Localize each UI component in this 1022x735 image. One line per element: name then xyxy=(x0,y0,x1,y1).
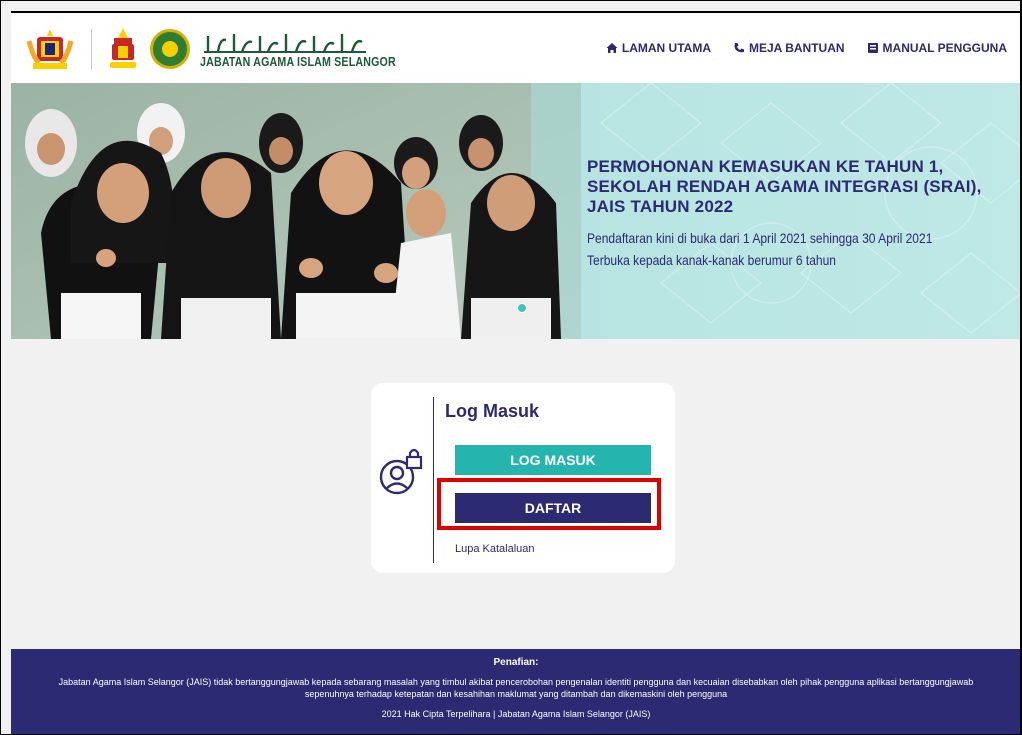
banner-title-line: PERMOHONAN KEMASUKAN KE TAHUN 1, xyxy=(587,157,944,176)
phone-icon xyxy=(734,43,744,53)
footer-copyright: 2021 Hak Cipta Terpelihara | Jabatan Aga… xyxy=(381,709,651,719)
hero-banner: PERMOHONAN KEMASUKAN KE TAHUN 1, SEKOLAH… xyxy=(11,83,1020,339)
org-logotype: JABATAN AGAMA ISLAM SELANGOR xyxy=(200,30,439,69)
arabic-calligraphy-logo xyxy=(204,33,366,53)
banner-subtitle-line: Terbuka kepada kanak-kanak berumur 6 tah… xyxy=(587,252,836,268)
card-divider xyxy=(433,397,434,563)
book-icon xyxy=(867,43,878,53)
banner-title: PERMOHONAN KEMASUKAN KE TAHUN 1, SEKOLAH… xyxy=(587,157,982,217)
user-lock-icon xyxy=(379,448,423,495)
nav-label: MEJA BANTUAN xyxy=(748,41,845,55)
footer-disclaimer: Jabatan Agama Islam Selangor (JAIS) tida… xyxy=(58,677,974,699)
page-frame: JABATAN AGAMA ISLAM SELANGOR LAMAN UTAMA… xyxy=(0,0,1022,735)
nav-manual-pengguna[interactable]: MANUAL PENGGUNA xyxy=(867,41,1007,55)
highlight-box xyxy=(437,478,661,530)
nav-label: MANUAL PENGGUNA xyxy=(882,41,1007,55)
top-nav: LAMAN UTAMA MEJA BANTUAN MANUAL PENGGUNA xyxy=(606,41,1007,55)
nav-label: LAMAN UTAMA xyxy=(621,41,711,55)
site-header: JABATAN AGAMA ISLAM SELANGOR LAMAN UTAMA… xyxy=(11,11,1020,83)
banner-title-line: SEKOLAH RENDAH AGAMA INTEGRASI (SRAI), xyxy=(587,177,982,196)
banner-title-line: JAIS TAHUN 2022 xyxy=(587,197,734,216)
forgot-password-link[interactable]: Lupa Katalaluan xyxy=(455,543,535,555)
banner-subtitle: Pendaftaran kini di buka dari 1 April 20… xyxy=(587,227,932,271)
logo-group[interactable]: JABATAN AGAMA ISLAM SELANGOR xyxy=(23,25,439,73)
home-icon xyxy=(606,43,618,53)
org-name: JABATAN AGAMA ISLAM SELANGOR xyxy=(200,53,396,69)
log-masuk-button[interactable]: LOG MASUK xyxy=(455,445,651,475)
site-footer: Penafian: Jabatan Agama Islam Selangor (… xyxy=(11,649,1020,734)
jais-seal-icon xyxy=(150,29,190,69)
nav-meja-bantuan[interactable]: MEJA BANTUAN xyxy=(733,41,845,55)
login-title: Log Masuk xyxy=(445,401,540,421)
nav-laman-utama[interactable]: LAMAN UTAMA xyxy=(606,41,711,55)
selangor-crest-icon xyxy=(110,28,136,68)
students-photo xyxy=(11,83,581,339)
logo-divider xyxy=(91,29,92,69)
footer-title: Penafian: xyxy=(493,657,539,668)
carousel-dot[interactable] xyxy=(517,303,527,313)
banner-subtitle-line: Pendaftaran kini di buka dari 1 April 20… xyxy=(587,230,933,246)
malaysia-coat-of-arms-icon xyxy=(26,29,74,69)
